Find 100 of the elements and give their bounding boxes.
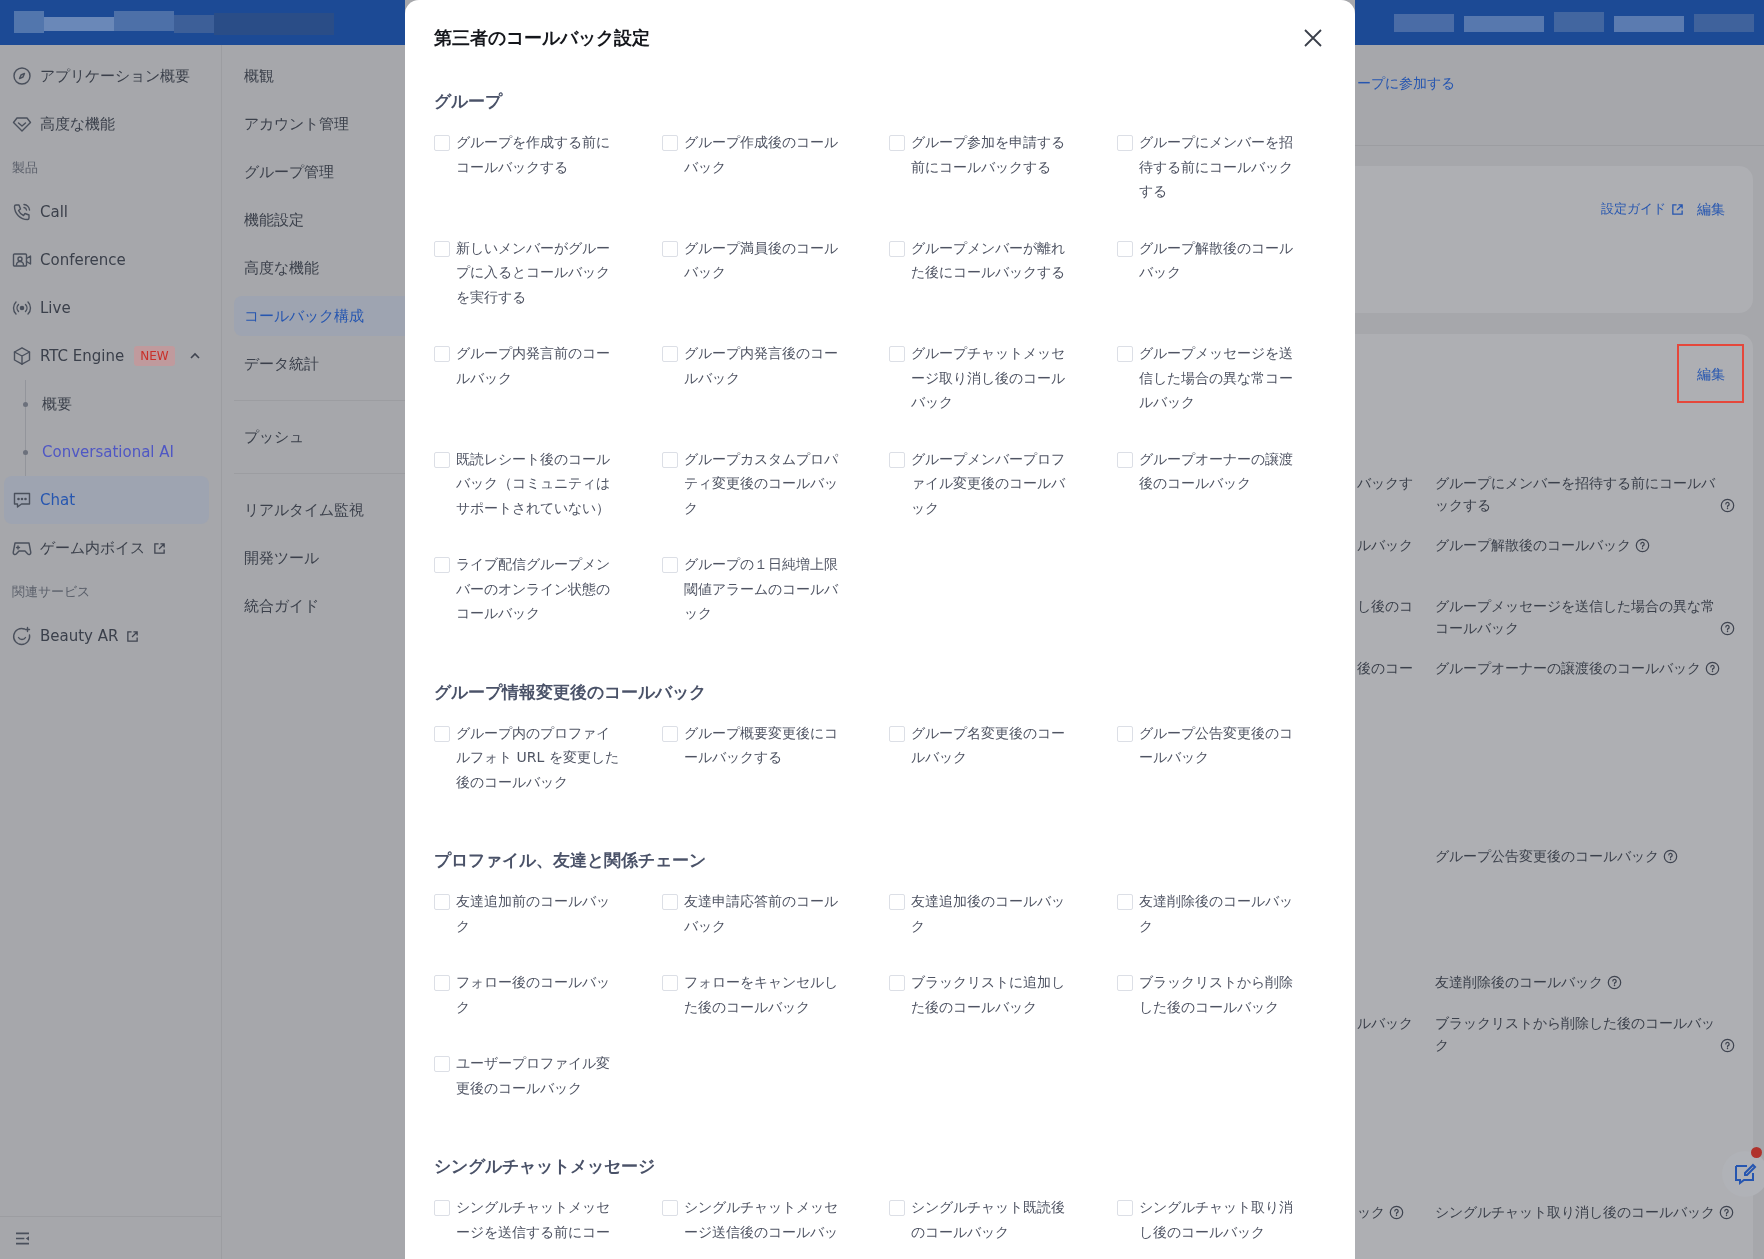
checkbox[interactable]	[1116, 1200, 1133, 1216]
edit-message-icon	[1733, 1162, 1757, 1186]
checkbox[interactable]	[434, 1200, 450, 1216]
callback-name: ルバック	[1357, 1014, 1413, 1033]
checkbox-label: シングルチャット既読後のコールバック	[911, 1198, 1066, 1242]
checkbox[interactable]	[889, 135, 905, 151]
checkbox[interactable]	[434, 975, 450, 991]
sidebar-item[interactable]: 高度な機能	[4, 100, 209, 148]
checkbox[interactable]	[889, 451, 905, 468]
sidebar-section-label: 関連サービス	[11, 582, 91, 601]
checkbox-label: グループにメンバーを招待する前にコールバックする	[1138, 133, 1294, 201]
guide-link[interactable]: 設定ガイド	[1601, 198, 1666, 220]
checkbox-label: グループオーナーの譲渡後のコールバック	[1138, 449, 1294, 493]
subnav-item[interactable]: 統合ガイド	[234, 582, 405, 630]
checkbox[interactable]	[434, 894, 450, 910]
collapse-icon[interactable]	[15, 1231, 30, 1245]
help-icon[interactable]	[1607, 975, 1622, 990]
checkbox[interactable]	[1116, 346, 1133, 362]
sidebar-subitem[interactable]: Conversational AI	[23, 428, 209, 476]
checkbox[interactable]	[434, 725, 450, 742]
checkbox[interactable]	[1116, 975, 1133, 991]
checkbox-label: ライブ配信グループメンバーのオンライン状態のコールバック	[456, 555, 611, 623]
checkbox[interactable]	[661, 240, 678, 257]
help-icon[interactable]	[1720, 1038, 1735, 1053]
checkbox[interactable]	[434, 346, 450, 362]
callback-name: し後のコ	[1357, 597, 1413, 616]
checkbox[interactable]	[661, 557, 678, 573]
checkbox[interactable]	[889, 975, 905, 991]
checkbox[interactable]	[434, 1056, 450, 1072]
sidebar-item[interactable]: ゲーム内ボイス	[4, 524, 209, 572]
callback-name: ブラックリストから削除した後のコールバック	[1435, 1014, 1716, 1055]
checkbox[interactable]	[434, 240, 450, 257]
checkbox-label: 友達追加前のコールバック	[456, 892, 611, 936]
cube-icon	[12, 346, 32, 366]
checkbox[interactable]	[1116, 725, 1133, 742]
subnav-item[interactable]: グループ管理	[234, 148, 405, 196]
checkbox[interactable]	[661, 451, 678, 468]
sidebar-item[interactable]: Live	[4, 284, 209, 332]
checkbox[interactable]	[434, 557, 450, 573]
checkbox[interactable]	[1116, 894, 1133, 910]
checkbox[interactable]	[434, 135, 450, 151]
checkbox-label: グループチャットメッセージ取り消し後のコールバック	[911, 344, 1066, 412]
checkbox[interactable]	[434, 451, 450, 468]
dialog-title: 第三者のコールバック設定	[434, 26, 650, 50]
sidebar-item[interactable]: アプリケーション概要	[4, 52, 209, 100]
callback-name: グループ解散後のコールバック	[1435, 536, 1631, 555]
checkbox[interactable]	[1116, 240, 1133, 257]
help-icon[interactable]	[1389, 1204, 1404, 1220]
checkbox-label: グループ作成後のコールバック	[683, 133, 839, 177]
checkbox[interactable]	[661, 1200, 678, 1216]
checkbox[interactable]	[661, 975, 678, 991]
video-conference-icon	[12, 250, 32, 270]
help-icon[interactable]	[1720, 498, 1735, 513]
close-icon[interactable]	[1303, 28, 1323, 48]
sidebar-subitem[interactable]: 概要	[23, 380, 209, 428]
section-heading: グループ	[434, 91, 504, 113]
checkbox[interactable]	[661, 894, 678, 910]
subnav-item[interactable]: 開発ツール	[234, 534, 405, 582]
help-icon[interactable]	[1705, 661, 1720, 676]
edit-link[interactable]: 編集	[1697, 198, 1725, 220]
checkbox[interactable]	[661, 135, 678, 151]
checkbox[interactable]	[889, 894, 905, 910]
sidebar-item[interactable]: RTC Engine NEW	[4, 332, 209, 380]
checkbox[interactable]	[889, 346, 905, 362]
help-icon[interactable]	[1720, 621, 1735, 636]
subnav-item[interactable]: データ統計	[234, 340, 405, 388]
checkbox-label: グループ解散後のコールバック	[1138, 238, 1294, 282]
sidebar-item[interactable]: Beauty AR	[4, 612, 209, 660]
help-icon[interactable]	[1663, 849, 1678, 864]
join-link[interactable]: ープに参加する	[1357, 75, 1455, 91]
checkbox[interactable]	[661, 346, 678, 362]
checkbox[interactable]	[889, 1200, 905, 1216]
checkbox-label: ブラックリストから削除した後のコールバック	[1138, 973, 1294, 1017]
subnav-item[interactable]: 機能設定	[234, 196, 405, 244]
sidebar-item[interactable]: Chat	[4, 476, 209, 524]
checkbox-label: グループメンバーが離れた後にコールバックする	[911, 238, 1066, 282]
notification-dot	[1751, 1147, 1762, 1158]
subnav-item[interactable]: プッシュ	[234, 413, 405, 461]
sidebar-item-label: 高度な機能	[40, 114, 115, 134]
checkbox-label: シングルチャット取り消し後のコールバック	[1138, 1198, 1294, 1242]
checkbox-label: ユーザープロファイル変更後のコールバック	[456, 1054, 611, 1098]
sidebar-item[interactable]: Conference	[4, 236, 209, 284]
checkbox[interactable]	[1116, 135, 1133, 151]
subnav-item[interactable]: アカウント管理	[234, 100, 405, 148]
callback-name: 後のコー	[1357, 659, 1413, 678]
help-icon[interactable]	[1635, 538, 1650, 553]
checkbox[interactable]	[889, 240, 905, 257]
sidebar-item[interactable]: Call	[4, 188, 209, 236]
checkbox[interactable]	[889, 725, 905, 742]
subnav-item[interactable]: 概観	[234, 52, 405, 100]
checkbox-label: グループ名変更後のコールバック	[911, 723, 1066, 767]
subnav-item[interactable]: リアルタイム監視	[234, 486, 405, 534]
checkbox[interactable]	[661, 725, 678, 742]
checkbox[interactable]	[1116, 451, 1133, 468]
subnav-item[interactable]: コールバック構成	[234, 296, 405, 336]
chat-icon	[12, 490, 32, 510]
subnav-item[interactable]: 高度な機能	[234, 244, 405, 292]
help-icon[interactable]	[1719, 1205, 1734, 1220]
edit-link[interactable]: 編集	[1677, 344, 1744, 403]
diamond-icon	[12, 114, 32, 134]
